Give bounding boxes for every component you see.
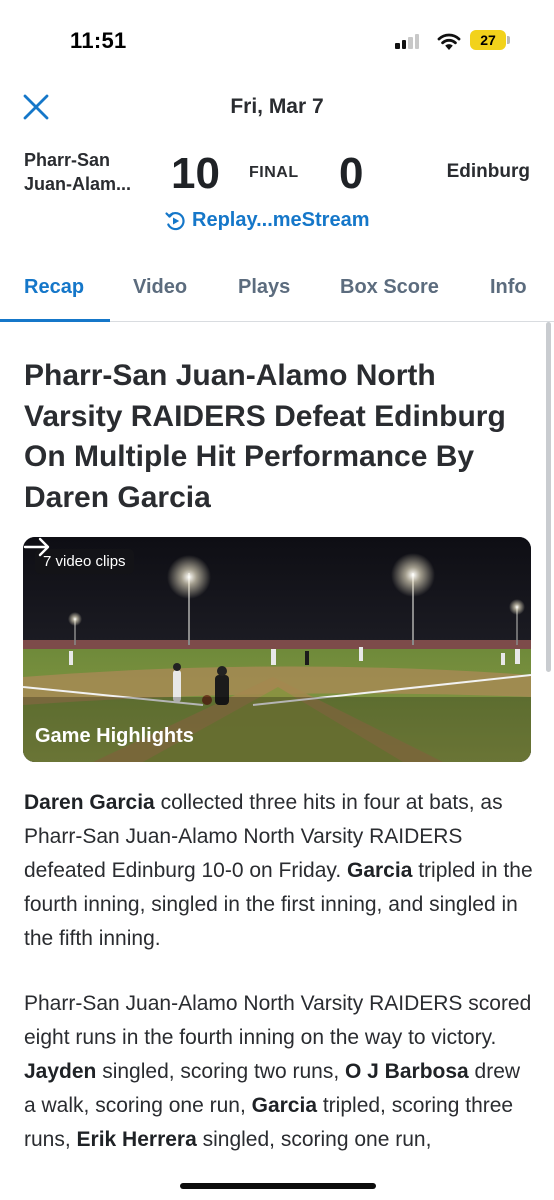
- player-name: Garcia: [251, 1094, 318, 1117]
- game-date: Fri, Mar 7: [230, 95, 324, 118]
- tab-info[interactable]: Info: [490, 276, 527, 299]
- recap-text: Pharr-San Juan-Alamo North Varsity RAIDE…: [24, 992, 532, 1049]
- status-bar: 11:51 27: [0, 0, 554, 80]
- status-time: 11:51: [70, 28, 127, 53]
- game-highlights-video-card[interactable]: 7 video clips Game Highlights: [23, 537, 531, 762]
- game-status: FINAL: [249, 164, 299, 181]
- player-name: Jayden: [24, 1060, 97, 1083]
- replay-stream-link[interactable]: Replay...meStream: [164, 209, 370, 232]
- recap-text: singled, scoring two runs,: [96, 1060, 345, 1083]
- home-indicator[interactable]: [180, 1183, 376, 1189]
- home-score: 10: [171, 149, 220, 198]
- tab-bar: Recap Video Plays Box Score Info: [0, 276, 554, 322]
- arrow-right-icon[interactable]: [23, 537, 51, 557]
- replay-icon: [165, 211, 185, 230]
- home-team-name[interactable]: Pharr-San Juan-Alam...: [24, 148, 131, 196]
- battery-cap: [507, 36, 510, 44]
- wifi-icon: [437, 33, 461, 50]
- scrollbar[interactable]: [546, 322, 551, 672]
- video-title: Game Highlights: [35, 725, 194, 747]
- replay-label: Replay...meStream: [192, 209, 370, 231]
- away-score: 0: [339, 149, 364, 198]
- tab-box-score[interactable]: Box Score: [340, 276, 439, 299]
- player-name: O J Barbosa: [345, 1060, 469, 1083]
- home-team-line-2: Juan-Alam...: [24, 174, 132, 194]
- player-name: Erik Herrera: [76, 1128, 197, 1151]
- away-team-name[interactable]: Edinburg: [447, 161, 530, 183]
- cellular-signal-icon: [395, 33, 421, 49]
- recap-text: singled, scoring one run,: [196, 1128, 432, 1151]
- player-name: Garcia: [347, 859, 413, 882]
- article-headline: Pharr-San Juan-Alamo North Varsity RAIDE…: [24, 359, 506, 514]
- tab-recap[interactable]: Recap: [24, 276, 84, 299]
- tab-video[interactable]: Video: [133, 276, 187, 299]
- battery-indicator: 27: [470, 30, 506, 50]
- active-tab-indicator: [0, 319, 110, 322]
- tab-plays[interactable]: Plays: [238, 276, 290, 299]
- player-name: Daren Garcia: [24, 791, 155, 814]
- home-team-line-1: Pharr-San: [24, 150, 111, 170]
- recap-paragraph-1: Daren Garcia collected three hits in fou…: [24, 786, 534, 956]
- recap-paragraph-2: Pharr-San Juan-Alamo North Varsity RAIDE…: [24, 987, 534, 1157]
